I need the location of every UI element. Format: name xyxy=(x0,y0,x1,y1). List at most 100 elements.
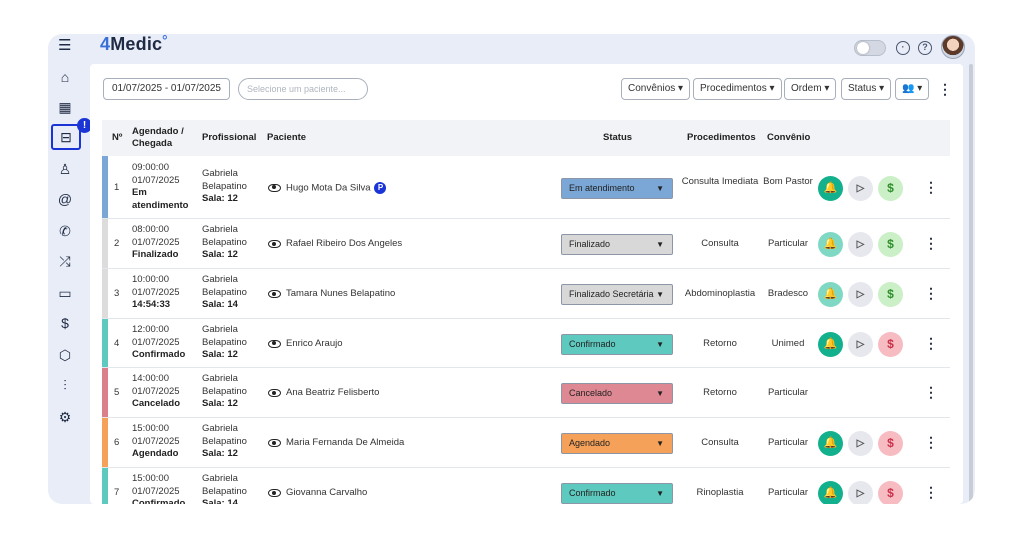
insurance-cell: Bom Pastor xyxy=(763,175,813,187)
status-select[interactable]: Confirmado ▼ xyxy=(561,483,673,504)
table-row[interactable]: 4 12:00:00 01/07/2025 Confirmado Gabriela Bel… xyxy=(102,319,950,368)
bell-icon[interactable]: 🔔 xyxy=(818,175,843,201)
table-row[interactable]: 6 15:00:00 01/07/2025 Agendado Gabriela Belap… xyxy=(102,418,950,468)
col-convenio: Convênio xyxy=(767,132,811,143)
status-select[interactable]: Em atendimento ▼ xyxy=(561,177,673,199)
payment-icon[interactable]: $ xyxy=(878,431,903,456)
row-more-icon[interactable]: ⋮ xyxy=(924,336,938,350)
view-eye-icon[interactable] xyxy=(268,489,281,497)
bell-icon[interactable]: 🔔 xyxy=(818,431,843,456)
at-icon[interactable]: @ xyxy=(54,188,76,210)
send-icon[interactable]: ▷ xyxy=(848,175,873,201)
procedimentos-dropdown[interactable]: Procedimentos ▾ xyxy=(693,78,782,100)
group-dropdown[interactable]: 👥 ▾ xyxy=(895,78,930,100)
table-row[interactable]: 3 10:00:00 01/07/2025 14:54:33 Gabriela Belap… xyxy=(102,269,950,319)
row-more-icon[interactable]: ⋮ xyxy=(924,286,938,300)
more-options-icon[interactable]: ⋮ xyxy=(938,82,952,96)
patient-name[interactable]: Ana Beatriz Felisberto xyxy=(286,387,379,400)
theme-toggle[interactable] xyxy=(854,40,886,56)
status-select[interactable]: Cancelado ▼ xyxy=(561,383,673,404)
insurance-cell: Particular xyxy=(767,238,809,249)
view-eye-icon[interactable] xyxy=(268,339,281,348)
convenios-dropdown[interactable]: Convênios ▾ xyxy=(621,78,691,100)
patient-name[interactable]: Rafael Ribeiro Dos Angeles xyxy=(286,238,402,251)
chevron-down-icon: ▼ xyxy=(656,183,664,193)
bell-icon[interactable]: 🔔 xyxy=(818,232,843,257)
send-icon[interactable]: ▷ xyxy=(848,331,873,357)
professional-cell: Gabriela Belapatino Sala: 12 xyxy=(202,423,247,459)
patient-name[interactable]: Maria Fernanda De Almeida xyxy=(286,437,404,450)
send-icon[interactable]: ▷ xyxy=(848,282,873,307)
user-icon[interactable]: ♙ xyxy=(54,158,76,180)
status-select[interactable]: Confirmado ▼ xyxy=(561,333,673,355)
payment-icon[interactable]: $ xyxy=(878,282,903,307)
send-icon[interactable]: ▷ xyxy=(848,431,873,456)
chevron-down-icon: ▼ xyxy=(656,290,664,299)
insurance-cell: Particular xyxy=(767,437,809,448)
row-number: 7 xyxy=(114,487,120,498)
scrollbar[interactable] xyxy=(969,64,973,504)
procedure-cell: Retorno xyxy=(703,337,737,349)
payment-icon[interactable]: $ xyxy=(878,331,903,357)
dollar-icon[interactable]: $ xyxy=(54,312,76,334)
procedure-cell: Retorno xyxy=(703,387,737,398)
patient-name[interactable]: Giovanna Carvalho xyxy=(286,487,367,500)
payment-icon[interactable]: $ xyxy=(878,175,903,201)
clipboard-icon[interactable]: ▭ xyxy=(54,282,76,304)
menu-icon[interactable]: ☰ xyxy=(58,38,74,54)
bell-icon[interactable]: 🔔 xyxy=(818,282,843,307)
waiting-room-icon[interactable]: ⊟ ! xyxy=(51,118,92,150)
col-agendado: Agendado / Chegada xyxy=(132,126,184,149)
row-more-icon[interactable]: ⋮ xyxy=(924,435,938,449)
status-color-bar xyxy=(102,219,108,268)
patient-name[interactable]: Hugo Mota Da Silva P xyxy=(286,181,387,195)
row-more-icon[interactable]: ⋮ xyxy=(924,180,938,194)
row-number: 2 xyxy=(114,238,120,249)
patient-name[interactable]: Tamara Nunes Belapatino xyxy=(286,288,395,301)
box-icon[interactable]: ⬡ xyxy=(54,344,76,366)
help-icon[interactable]: ? xyxy=(918,41,932,55)
col-num: Nº xyxy=(112,132,123,143)
main-content: 01/07/2025 - 01/07/2025 Selecione um pac… xyxy=(90,64,963,504)
patient-name[interactable]: Enrico Araujo xyxy=(286,338,343,351)
status-select[interactable]: Agendado ▼ xyxy=(561,433,673,454)
row-number: 1 xyxy=(114,181,120,193)
chat-icon[interactable]: · xyxy=(896,41,910,55)
row-number: 4 xyxy=(114,337,120,349)
bell-icon[interactable]: 🔔 xyxy=(818,331,843,357)
view-eye-icon[interactable] xyxy=(268,439,281,447)
chart-icon[interactable]: ⫶ xyxy=(54,374,76,396)
status-select[interactable]: Finalizado ▼ xyxy=(561,234,673,255)
view-eye-icon[interactable] xyxy=(268,183,281,192)
date-range-input[interactable]: 01/07/2025 - 01/07/2025 xyxy=(103,78,230,100)
payment-icon[interactable]: $ xyxy=(878,481,903,504)
view-eye-icon[interactable] xyxy=(268,290,281,298)
schedule-cell: 09:00:00 01/07/2025 Em atendimento xyxy=(132,162,189,211)
ordem-dropdown[interactable]: Ordem ▾ xyxy=(784,78,837,100)
view-eye-icon[interactable] xyxy=(268,240,281,248)
table-row[interactable]: 1 09:00:00 01/07/2025 Em atendimento Gabriel… xyxy=(102,156,950,219)
calendar-icon[interactable]: ▦ xyxy=(54,96,76,118)
app-window: ☰ 4Medic˚ · ? ⌂ ▦ ⊟ ! ♙ @ ✆ ⤮ ▭ $ ⬡ ⫶ ⚙ … xyxy=(48,34,975,504)
table-row[interactable]: 2 08:00:00 01/07/2025 Finalizado Gabriela Bel… xyxy=(102,219,950,269)
payment-icon[interactable]: $ xyxy=(878,232,903,257)
home-icon[interactable]: ⌂ xyxy=(54,66,76,88)
priority-badge: P xyxy=(374,181,387,194)
avatar[interactable] xyxy=(941,35,965,59)
row-more-icon[interactable]: ⋮ xyxy=(924,385,938,399)
shuffle-icon[interactable]: ⤮ xyxy=(54,250,76,272)
status-select[interactable]: Finalizado Secretária ▼ xyxy=(561,284,673,305)
table-row[interactable]: 5 14:00:00 01/07/2025 Cancelado Gabriela Bela… xyxy=(102,368,950,418)
row-more-icon[interactable]: ⋮ xyxy=(924,485,938,499)
phone-icon[interactable]: ✆ xyxy=(54,220,76,242)
table-row[interactable]: 7 15:00:00 01/07/2025 Confirmado Gabriela Bel… xyxy=(102,468,950,504)
send-icon[interactable]: ▷ xyxy=(848,481,873,504)
patient-select[interactable]: Selecione um paciente... xyxy=(238,78,368,100)
gear-icon[interactable]: ⚙ xyxy=(54,406,76,428)
send-icon[interactable]: ▷ xyxy=(848,232,873,257)
bell-icon[interactable]: 🔔 xyxy=(818,481,843,504)
view-eye-icon[interactable] xyxy=(268,389,281,397)
row-more-icon[interactable]: ⋮ xyxy=(924,236,938,250)
professional-cell: Gabriela Belapatino Sala: 12 xyxy=(202,373,247,409)
status-dropdown[interactable]: Status ▾ xyxy=(841,78,892,100)
